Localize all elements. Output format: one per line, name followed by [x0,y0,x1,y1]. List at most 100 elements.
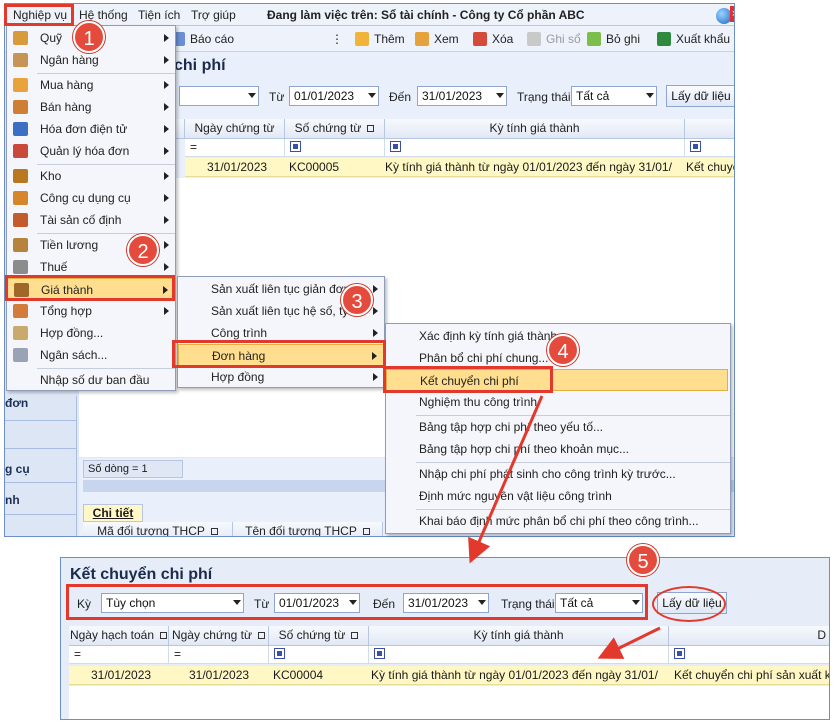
nav-item-don[interactable]: đơn [5,396,28,410]
step-badge-3: 3 [341,284,373,316]
menu-item-tong-hop[interactable]: Tổng hợp [7,300,175,322]
grid-header-period[interactable]: Kỳ tính giá thành [385,119,685,139]
page-title-bottom: Kết chuyển chi phí [70,566,213,583]
filter-voucher-date-bottom[interactable]: = [169,646,269,664]
grid-header-object-name[interactable]: Tên đối tượng THCP [233,522,383,536]
filter-checkbox-icon [290,141,301,153]
menu-item-label: Hóa đơn điện tử [40,122,128,136]
menu-item-cong-cu-dung-cu[interactable]: Công cụ dụng cụ [7,187,175,209]
chevron-right-icon [164,216,169,224]
grid-header-desc-bottom[interactable]: D [669,626,829,646]
filter-voucher-date[interactable]: = [185,139,285,157]
table-row[interactable]: 31/01/2023 KC00005 Kỳ tính giá thành từ … [185,158,734,177]
post-button[interactable]: Ghi sổ [527,32,581,46]
menu-item-tai-san-co-dinh[interactable]: Tài sản cố định [7,209,175,231]
report-button[interactable]: Báo cáo [171,32,234,46]
cell-voucher-date: 31/01/2023 [189,668,250,682]
step-badge-1: 1 [73,21,105,53]
chevron-right-icon [373,373,378,381]
unpost-button[interactable]: Bỏ ghi [587,32,640,46]
export-label: Xuất khẩu [676,32,731,46]
menu-tro-giup[interactable]: Trợ giúp [191,8,236,22]
menu-item-hop-dong-sub[interactable]: Hợp đồng [178,366,384,388]
menu-item-quan-ly-hoa-don[interactable]: Quản lý hóa đơn [7,140,175,162]
chevron-right-icon [164,103,169,111]
chevron-right-icon [164,56,169,64]
filter-posting-date[interactable]: = [69,646,169,664]
filter-voucher-no[interactable] [285,139,385,157]
from-date-field[interactable]: 01/01/2023 [289,86,379,106]
menu-item-bang-khoan-muc[interactable]: Bảng tập hợp chi phí theo khoản mục... [386,438,730,460]
grid-header-voucher-no[interactable]: Số chứng từ [285,119,385,139]
fixed-asset-icon [13,213,28,227]
filter-desc-bottom[interactable] [669,646,829,664]
menu-item-ngan-sach[interactable]: Ngân sách... [7,344,175,366]
menu-item-hop-dong[interactable]: Hợp đồng... [7,322,175,344]
unpost-label: Bỏ ghi [606,32,641,46]
tab-detail[interactable]: Chi tiết [83,504,143,522]
menu-item-bang-yeu-to[interactable]: Bảng tập hợp chi phí theo yếu tố... [386,416,730,438]
close-icon[interactable]: × [730,6,734,22]
filter-period-bottom[interactable] [369,646,669,664]
grid-header-object-code[interactable]: Mã đối tượng THCP [83,522,233,536]
export-button[interactable]: Xuất khẩu [657,32,730,46]
menu-item-khai-bao-dinh-muc[interactable]: Khai báo định mức phân bổ chi phí theo c… [386,510,730,532]
menu-item-nghiem-thu[interactable]: Nghiệm thu công trình [386,391,730,413]
view-button[interactable]: Xem [415,32,459,46]
nav-divider [5,448,77,449]
nav-item-nh[interactable]: nh [5,493,20,507]
delete-icon [473,32,487,46]
cell-posting-date: 31/01/2023 [91,668,152,682]
add-button[interactable]: Thêm [355,32,405,46]
cell-period: Kỳ tính giá thành từ ngày 01/01/2023 đến… [385,160,672,174]
menu-item-hoa-don-dien-tu[interactable]: Hóa đơn điện tử [7,118,175,140]
header-label: Kỳ tính giá thành [473,628,564,642]
filter-desc[interactable] [685,139,734,157]
table-row[interactable]: 31/01/2023 31/01/2023 KC00004 Kỳ tính gi… [69,666,829,685]
left-nav-panel: đơn g cụ nh [5,396,77,536]
menu-item-nhap-chi-phi[interactable]: Nhập chi phí phát sinh cho công trình kỳ… [386,463,730,485]
menu-item-label: Ngân sách... [40,348,108,362]
menu-item-nhap-so-du[interactable]: Nhập số dư ban đầu [7,369,175,391]
grid-header-voucher-no-bottom[interactable]: Số chứng từ [269,626,369,646]
main-window-bottom: Kết chuyển chi phí Kỳ Tùy chọn Từ 01/01/… [60,557,830,720]
from-date-value: 01/01/2023 [294,89,355,103]
grid-header-desc[interactable] [685,119,734,139]
menu-nghiep-vu-dropdown: Quỹ Ngân hàng Mua hàng Bán hàng Hóa đơn … [6,25,176,391]
nav-item-cong-cu[interactable]: g cụ [5,462,30,476]
grid-header-posting-date[interactable]: Ngày hạch toán [69,626,169,646]
menu-item-label: Quản lý hóa đơn [40,144,130,158]
grid-header-period-bottom[interactable]: Kỳ tính giá thành [369,626,669,646]
salary-icon [13,238,28,252]
filter-voucher-no-bottom[interactable] [269,646,369,664]
menu-item-label: Xác định kỳ tính giá thành [419,329,558,343]
sales-icon [13,100,28,114]
window-title: Đang làm việc trên: Sổ tài chính - Công … [267,8,585,22]
from-label: Từ [269,90,285,104]
menu-item-label: Kho [40,169,62,183]
grid-header-voucher-date-bottom[interactable]: Ngày chứng từ [169,626,269,646]
chevron-down-icon [368,93,376,98]
pin-icon [160,632,168,640]
delete-button[interactable]: Xóa [473,32,513,46]
menu-item-label: Định mức nguyên vật liệu công trình [419,489,612,503]
unpost-icon [587,32,601,46]
filter-operator: = [190,140,198,154]
grid-header-voucher-date[interactable]: Ngày chứng từ [185,119,285,139]
cell-period: Kỳ tính giá thành từ ngày 01/01/2023 đến… [371,668,658,682]
menu-tien-ich[interactable]: Tiện ích [138,8,180,22]
menu-item-ban-hang[interactable]: Bán hàng [7,96,175,118]
menu-item-label: Tổng hợp [40,304,92,318]
menu-he-thong[interactable]: Hệ thống [79,8,128,22]
filter-checkbox-icon [274,648,285,660]
load-data-button[interactable]: Lấy dữ liệu [666,85,734,107]
period-combo[interactable] [179,86,259,106]
toolbar-handle-icon[interactable]: ⋮ [331,32,343,46]
menu-item-mua-hang[interactable]: Mua hàng [7,74,175,96]
menu-item-label: Nghiệm thu công trình [419,395,538,409]
menu-item-kho[interactable]: Kho [7,165,175,187]
menu-item-dinh-muc[interactable]: Định mức nguyên vật liệu công trình [386,485,730,507]
status-combo[interactable]: Tất cả [571,86,657,106]
filter-period[interactable] [385,139,685,157]
to-date-field[interactable]: 31/01/2023 [417,86,507,106]
